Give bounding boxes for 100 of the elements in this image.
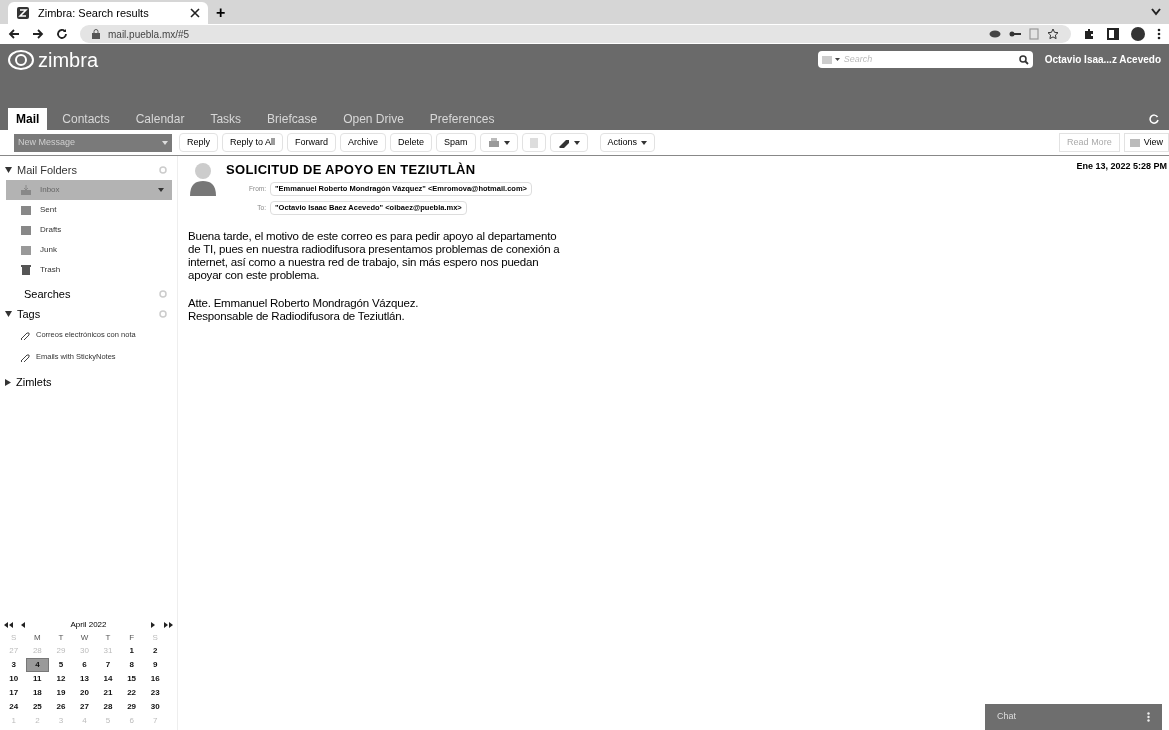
folder-item[interactable]: Trash [6, 260, 172, 280]
toolbar-button[interactable]: Reply [179, 133, 218, 152]
caret-icon [162, 140, 168, 145]
calendar-day[interactable]: 26 [49, 700, 73, 714]
sidebar-icon[interactable] [1107, 28, 1119, 40]
tree-header[interactable]: Tags [0, 304, 177, 324]
new-tab-button[interactable]: + [216, 5, 226, 21]
left-arrow-icon[interactable] [21, 622, 26, 628]
calendar-day[interactable]: 23 [143, 686, 167, 700]
folder-item[interactable]: Drafts [6, 220, 172, 240]
toolbar-button[interactable]: Archive [340, 133, 387, 152]
expanded-triangle-icon [5, 167, 12, 173]
app-tab[interactable]: Preferences [418, 108, 506, 130]
calendar-day[interactable]: 30 [143, 700, 167, 714]
calendar-day[interactable]: 8 [119, 658, 144, 672]
message-paragraph: Buena tarde, el motivo de este correo es para pedir apoyo al departamento de TI, pues en nuestra radiodifusora presentamos problemas de conexión a internet, así como a nuestra red de trabajo, sin más espero nos puedan apoyar con este problema. [188, 229, 561, 282]
browser-tab[interactable]: Zimbra: Search results [8, 2, 208, 24]
inbox-icon [20, 184, 32, 196]
calendar-day[interactable]: 5 [49, 658, 73, 672]
chat-label: Chat [997, 710, 1017, 724]
calendar-day[interactable]: 16 [143, 672, 167, 686]
tree-header[interactable]: Searches [0, 284, 177, 304]
calendar-day[interactable]: 11 [25, 672, 50, 686]
forward-arrow-icon[interactable] [32, 28, 44, 40]
clipboard-icon[interactable] [1029, 28, 1039, 40]
app-tab[interactable]: Briefcase [256, 108, 329, 130]
calendar-day[interactable]: 20 [72, 686, 97, 700]
caret-icon [573, 140, 580, 145]
calendar-day[interactable]: 12 [49, 672, 73, 686]
message-subject: SOLICITUD DE APOYO EN TEZIUTLÀN [226, 161, 477, 179]
toolbar-button[interactable]: Delete [390, 133, 433, 152]
reload-icon[interactable] [56, 28, 68, 40]
folder-item[interactable]: Junk [6, 240, 172, 260]
chat-bar[interactable]: Chat [985, 704, 1162, 730]
kebab-menu-icon[interactable] [1157, 28, 1161, 40]
calendar-day[interactable]: 6 [72, 658, 97, 672]
back-arrow-icon[interactable] [8, 28, 20, 40]
key-icon[interactable] [1009, 29, 1021, 39]
double-left-arrow-icon[interactable] [4, 622, 13, 628]
toolbar-button[interactable]: Spam [436, 133, 476, 152]
weekday-label: M [33, 632, 42, 644]
app-tab[interactable]: Contacts [51, 108, 121, 130]
calendar-day[interactable]: 17 [2, 686, 26, 700]
trash-can-icon [20, 264, 32, 276]
calendar-day[interactable]: 9 [143, 658, 167, 672]
actions-menu-button[interactable]: Actions [599, 133, 656, 152]
calendar-day[interactable]: 7 [96, 658, 120, 672]
calendar-day[interactable]: 19 [49, 686, 73, 700]
mail-dropdown-icon[interactable] [821, 55, 840, 64]
puzzle-icon[interactable] [1083, 28, 1095, 40]
calendar-day[interactable]: 10 [2, 672, 26, 686]
calendar-month: April 2022 [69, 619, 108, 631]
calendar-day[interactable]: 1 [119, 644, 144, 658]
tree-header[interactable]: Zimlets [0, 372, 177, 392]
calendar-day[interactable]: 29 [119, 700, 144, 714]
star-icon[interactable] [1047, 28, 1059, 40]
tag-icon [20, 352, 30, 362]
calendar-day[interactable]: 24 [2, 700, 26, 714]
calendar-day[interactable]: 18 [25, 686, 50, 700]
close-icon[interactable] [190, 8, 200, 18]
calendar-day[interactable]: 27 [72, 700, 97, 714]
calendar-day[interactable]: 4 [25, 658, 50, 672]
tag-button[interactable] [549, 133, 588, 152]
calendar-day[interactable]: 3 [2, 658, 26, 672]
calendar-day[interactable]: 14 [96, 672, 120, 686]
junk-folder-icon [20, 244, 32, 256]
drafts-folder-icon [20, 224, 32, 236]
calendar-day[interactable]: 25 [25, 700, 50, 714]
user-menu[interactable]: Octavio Isaa...z Acevedo [1044, 52, 1161, 67]
chevron-down-icon[interactable] [1151, 8, 1161, 16]
address-bar[interactable]: mail.puebla.mx/#5 [80, 25, 1071, 43]
app-tab[interactable]: Open Drive [332, 108, 415, 130]
print-button[interactable] [479, 133, 518, 152]
app-tab[interactable]: Calendar [124, 108, 196, 130]
profile-avatar[interactable] [1131, 27, 1145, 41]
collapsed-triangle-icon [5, 378, 11, 386]
toolbar-button[interactable]: Forward [287, 133, 337, 152]
calendar-day[interactable]: 2 [143, 644, 167, 658]
search-icon[interactable] [1018, 54, 1029, 65]
printer-icon [487, 137, 500, 148]
calendar-day[interactable]: 15 [119, 672, 144, 686]
calendar-day[interactable]: 28 [96, 700, 120, 714]
right-arrow-icon[interactable] [151, 622, 156, 628]
tab-title: Zimbra: Search results [38, 5, 150, 21]
refresh-icon[interactable] [1149, 114, 1159, 124]
double-right-arrow-icon[interactable] [164, 622, 173, 628]
app-tab[interactable]: Mail [8, 108, 48, 130]
logo-wordmark: zimbra [38, 50, 98, 70]
calendar-day[interactable]: 13 [72, 672, 97, 686]
toolbar-button[interactable]: Reply to All [222, 133, 284, 152]
weekday-label: T [104, 632, 112, 644]
tag-icon [20, 330, 30, 340]
calendar-day[interactable]: 21 [96, 686, 120, 700]
view-button[interactable]: View [1123, 133, 1169, 152]
zimbra-favicon-icon [16, 6, 30, 20]
calendar-day[interactable]: 22 [119, 686, 144, 700]
folder-item[interactable]: Sent [6, 200, 172, 220]
app-tab[interactable]: Tasks [199, 108, 253, 130]
logo-mark-icon [8, 50, 34, 70]
tree-header[interactable]: Mail Folders [0, 160, 177, 180]
